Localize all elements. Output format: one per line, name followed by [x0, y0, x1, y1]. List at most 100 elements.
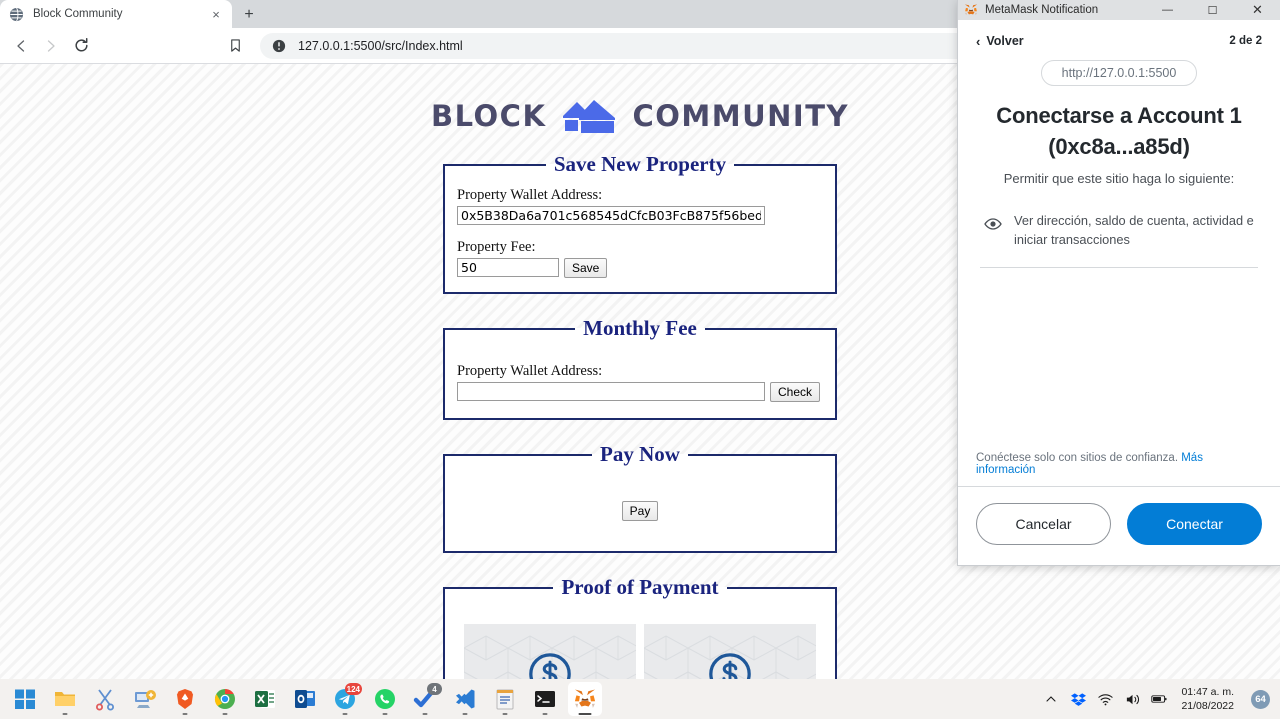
connect-button[interactable]: Conectar [1127, 503, 1262, 545]
running-indicator [502, 713, 508, 715]
back-label: Volver [986, 34, 1024, 48]
close-icon[interactable]: ✕ [1235, 0, 1280, 20]
volume-icon[interactable] [1124, 691, 1140, 707]
wifi-icon[interactable] [1097, 691, 1113, 707]
section-legend: Pay Now [600, 442, 680, 466]
section-pay-now: Pay Now Pay [443, 442, 837, 553]
running-indicator [382, 713, 388, 715]
windows-taskbar: 124 4 01:47 a. m. 21/08/2022 64 [0, 679, 1280, 719]
section-legend: Save New Property [553, 152, 727, 176]
proof-image-row [457, 610, 823, 679]
section-legend: Proof of Payment [561, 575, 719, 599]
permission-row: Ver dirección, saldo de cuenta, activida… [976, 186, 1262, 248]
check-button[interactable]: Check [770, 382, 821, 402]
forward-button[interactable] [36, 31, 66, 61]
battery-icon[interactable] [1151, 691, 1167, 707]
screen: Block Community × + 127.0.0.1:5500/src/I… [0, 0, 1280, 719]
maximize-icon[interactable]: ☐ [1190, 0, 1235, 20]
chevron-up-icon[interactable] [1043, 691, 1059, 707]
running-indicator [342, 713, 348, 715]
section-proof-of-payment: Proof of Payment [443, 575, 837, 679]
back-button[interactable] [6, 31, 36, 61]
metamask-notification-window: MetaMask Notification — ☐ ✕ ‹ Volver 2 d… [958, 0, 1280, 565]
proof-image [464, 624, 636, 679]
connect-heading: Conectarse a Account 1 (0xc8a...a85d) [976, 86, 1262, 162]
browser-tab[interactable]: Block Community × [0, 0, 232, 28]
metamask-window-title: MetaMask Notification [985, 4, 1099, 16]
google-chrome-button[interactable] [208, 682, 242, 716]
globe-icon [8, 6, 24, 22]
notification-center-badge[interactable]: 64 [1251, 689, 1270, 709]
trust-footnote-text: Conéctese solo con sitios de confianza. [976, 452, 1179, 464]
running-indicator [578, 713, 592, 715]
microsoft-outlook-button[interactable] [288, 682, 322, 716]
pay-button[interactable]: Pay [621, 501, 659, 521]
save-button[interactable]: Save [564, 258, 608, 278]
notepad-button[interactable] [488, 682, 522, 716]
save-address-label: Property Wallet Address: [457, 187, 603, 203]
minimize-icon[interactable]: — [1145, 0, 1190, 20]
forms-container: Save New Property Property Wallet Addres… [443, 138, 837, 679]
section-monthly-fee: Monthly Fee Property Wallet Address: Che… [443, 316, 837, 420]
system-tray: 01:47 a. m. 21/08/2022 64 [1043, 685, 1280, 713]
close-icon[interactable]: × [208, 6, 224, 22]
taskbar-apps: 124 4 [0, 682, 602, 716]
not-secure-info-icon[interactable] [272, 39, 288, 53]
metamask-topbar: ‹ Volver 2 de 2 [976, 20, 1262, 48]
snipping-tool-button[interactable] [88, 682, 122, 716]
dollar-circle-icon [529, 653, 571, 679]
origin-wrap: http://127.0.0.1:5500 [976, 48, 1262, 86]
connect-heading-line1: Conectarse a Account 1 [996, 103, 1242, 128]
step-counter: 2 de 2 [1229, 35, 1262, 47]
running-indicator [182, 713, 188, 715]
start-button[interactable] [8, 682, 42, 716]
connect-heading-line2: (0xc8a...a85d) [1048, 134, 1190, 160]
logo-word-left: BLOCK [430, 99, 547, 133]
clock-date: 21/08/2022 [1181, 700, 1234, 712]
reload-button[interactable] [66, 31, 96, 61]
running-indicator [62, 713, 68, 715]
notification-badge: 124 [344, 683, 362, 695]
clock-time: 01:47 a. m. [1181, 685, 1234, 698]
file-explorer-button[interactable] [48, 682, 82, 716]
monthly-address-label: Property Wallet Address: [457, 363, 603, 379]
back-link[interactable]: ‹ Volver [976, 34, 1024, 48]
cancel-button[interactable]: Cancelar [976, 503, 1111, 545]
metamask-title-bar: MetaMask Notification — ☐ ✕ [958, 0, 1280, 20]
proof-image [644, 624, 816, 679]
save-address-input[interactable] [457, 206, 765, 225]
metamask-fox-icon [964, 3, 978, 17]
dropbox-icon[interactable] [1070, 691, 1086, 707]
microsoft-excel-button[interactable] [248, 682, 282, 716]
permission-text: Ver dirección, saldo de cuenta, activida… [1014, 213, 1254, 247]
remote-desktop-button[interactable] [128, 682, 162, 716]
metamask-button[interactable] [568, 682, 602, 716]
property-fee-input[interactable] [457, 258, 559, 277]
section-save-new-property: Save New Property Property Wallet Addres… [443, 152, 837, 294]
connect-subtitle: Permitir que este sitio haga lo siguient… [1003, 171, 1235, 187]
two-houses-icon [560, 94, 618, 138]
new-tab-button[interactable]: + [238, 4, 260, 26]
running-indicator [462, 713, 468, 715]
window-controls: — ☐ ✕ [1145, 0, 1280, 20]
todoist-button[interactable]: 4 [408, 682, 442, 716]
url-text: 127.0.0.1:5500/src/Index.html [298, 38, 463, 53]
origin-pill: http://127.0.0.1:5500 [1040, 60, 1198, 86]
running-indicator [222, 713, 228, 715]
chevron-left-icon: ‹ [976, 33, 981, 49]
whatsapp-button[interactable] [368, 682, 402, 716]
notification-badge: 4 [427, 683, 442, 695]
tab-title: Block Community [33, 8, 123, 20]
terminal-button[interactable] [528, 682, 562, 716]
clock[interactable]: 01:47 a. m. 21/08/2022 [1181, 685, 1234, 713]
brave-browser-button[interactable] [168, 682, 202, 716]
metamask-actions: Cancelar Conectar [958, 486, 1280, 565]
running-indicator [542, 713, 548, 715]
monthly-address-input[interactable] [457, 382, 765, 401]
bookmark-icon[interactable] [222, 33, 248, 59]
property-fee-label: Property Fee: [457, 239, 536, 255]
dollar-circle-icon [709, 653, 751, 679]
telegram-button[interactable]: 124 [328, 682, 362, 716]
vscode-button[interactable] [448, 682, 482, 716]
eye-icon [984, 215, 1002, 233]
